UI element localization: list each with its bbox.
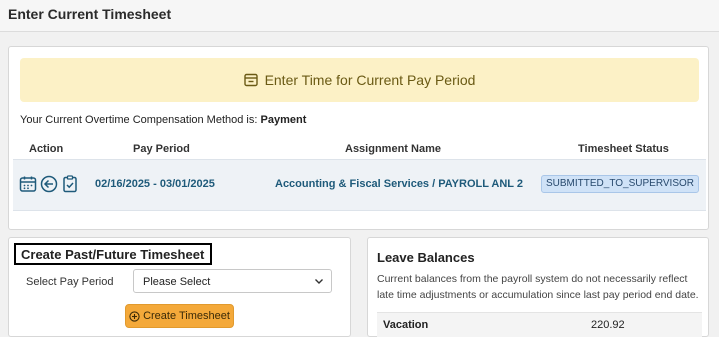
column-timesheet-status: Timesheet Status [578, 143, 669, 155]
table-row: 02/16/2025 - 03/01/2025 Accounting & Fis… [13, 159, 706, 211]
current-timesheet-card: Enter Time for Current Pay Period Your C… [8, 46, 709, 230]
leave-balances-description: Current balances from the payroll system… [377, 273, 699, 301]
assignment-name-value: Accounting & Fiscal Services / PAYROLL A… [275, 178, 523, 190]
create-timesheet-label: Create Timesheet [143, 310, 230, 322]
pay-period-select-value: Please Select [143, 276, 211, 288]
overtime-label: Your Current Overtime Compensation Metho… [20, 114, 258, 126]
pay-period-select[interactable]: Please Select [133, 269, 332, 293]
current-pay-period-banner: Enter Time for Current Pay Period [20, 58, 699, 102]
create-timesheet-title: Create Past/Future Timesheet [14, 243, 213, 265]
create-timesheet-button[interactable]: Create Timesheet [125, 304, 234, 328]
leave-value: 220.92 [591, 319, 625, 331]
calendar-box-icon [243, 73, 258, 87]
timesheet-table-header: Action Pay Period Assignment Name Timesh… [13, 141, 706, 159]
leave-balances-card: Leave Balances Current balances from the… [367, 237, 709, 337]
clipboard-check-icon[interactable] [61, 175, 79, 193]
chevron-down-icon [314, 276, 324, 286]
select-pay-period-label: Select Pay Period [26, 276, 114, 288]
back-arrow-icon[interactable] [40, 175, 58, 193]
overtime-value: Payment [260, 114, 307, 126]
leave-type: Vacation [383, 319, 429, 331]
column-action: Action [29, 143, 64, 155]
column-assignment-name: Assignment Name [345, 143, 441, 155]
page-title: Enter Current Timesheet [8, 6, 172, 22]
column-pay-period: Pay Period [133, 143, 190, 155]
leave-balances-title: Leave Balances [377, 250, 475, 265]
pay-period-value: 02/16/2025 - 03/01/2025 [95, 178, 215, 190]
calendar-icon[interactable] [19, 175, 37, 193]
overtime-method: Your Current Overtime Compensation Metho… [20, 114, 306, 126]
plus-circle-icon [129, 310, 140, 322]
create-timesheet-card: Create Past/Future Timesheet Select Pay … [8, 237, 351, 337]
top-bar: Enter Current Timesheet [0, 0, 719, 32]
leave-balance-row: Vacation 220.92 [377, 312, 702, 337]
status-badge: SUBMITTED_TO_SUPERVISOR [541, 175, 699, 193]
banner-text: Enter Time for Current Pay Period [264, 72, 476, 88]
